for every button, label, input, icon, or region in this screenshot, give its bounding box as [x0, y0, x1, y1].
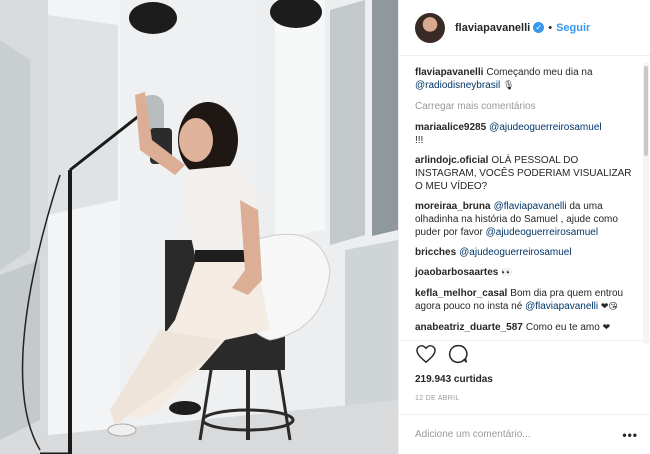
action-bar: [399, 340, 650, 367]
heart-icon[interactable]: [413, 343, 439, 365]
caption-text: Começando meu dia na: [486, 67, 593, 78]
post-photo[interactable]: [0, 0, 398, 454]
post-header: flaviapavanelli ✓ • Seguir: [399, 0, 650, 56]
load-more-comments-button[interactable]: Carregar mais comentários: [415, 100, 638, 113]
heart-emoji-icon: ❤: [602, 323, 611, 333]
follow-button[interactable]: Seguir: [556, 22, 590, 34]
eyes-emoji-icon: 👀: [501, 268, 513, 278]
comment-icon[interactable]: [445, 343, 471, 365]
likes-count[interactable]: 219.943 curtidas: [399, 374, 650, 385]
post-side-panel: flaviapavanelli ✓ • Seguir flaviapavanel…: [398, 0, 650, 454]
instagram-post: flaviapavanelli ✓ • Seguir flaviapavanel…: [0, 0, 650, 454]
avatar[interactable]: [415, 12, 445, 43]
post-date: 12 DE ABRIL: [415, 395, 460, 402]
header-username[interactable]: flaviapavanelli: [455, 22, 530, 34]
comment-mention[interactable]: @ajudeoguerreirosamuel: [486, 227, 598, 238]
heart-kiss-emoji-icon: ❤😘: [600, 302, 618, 312]
header-separator: •: [548, 21, 553, 34]
comment-item: bricches @ajudeoguerreirosamuel: [415, 246, 638, 259]
comment-username[interactable]: moreiraa_bruna: [415, 201, 491, 212]
caption-username[interactable]: flaviapavanelli: [415, 67, 483, 78]
comment-username[interactable]: kefla_melhor_casal: [415, 288, 507, 299]
comment-item: kefla_melhor_casal Bom dia pra quem entro…: [415, 287, 638, 314]
studio-photo-illustration: [0, 0, 398, 454]
microphone-emoji-icon: 🎙: [502, 81, 515, 91]
comment-text: !!!: [415, 135, 424, 146]
more-options-icon[interactable]: •••: [622, 428, 638, 442]
caption-mention[interactable]: @radiodisneybrasil: [415, 80, 500, 91]
comment-username[interactable]: arlindojc.oficial: [415, 155, 488, 166]
comment-username[interactable]: anabeatriz_duarte_587: [415, 322, 523, 333]
comments-list: flaviapavanelli Começando meu dia na @rad…: [399, 56, 650, 340]
comment-mention[interactable]: @flaviapavanelli: [525, 301, 598, 312]
caption: flaviapavanelli Começando meu dia na @rad…: [415, 66, 638, 93]
comment-username[interactable]: bricches: [415, 247, 456, 258]
comment-input[interactable]: [415, 429, 623, 440]
comment-username[interactable]: mariaalice9285: [415, 122, 486, 133]
comment-text: Como eu te amo: [525, 322, 600, 333]
comment-item: moreiraa_bruna @flaviapavanelli da uma ol…: [415, 200, 638, 239]
comment-item: arlindojc.oficial OLÁ PESSOAL DO INSTAGRA…: [415, 154, 638, 193]
add-comment-bar: •••: [399, 414, 650, 454]
comment-item: joaobarbosaartes 👀: [415, 266, 638, 280]
scrollbar-thumb[interactable]: [644, 66, 648, 156]
comment-username[interactable]: joaobarbosaartes: [415, 267, 498, 278]
comment-mention[interactable]: @ajudeoguerreirosamuel: [459, 247, 571, 258]
verified-badge-icon: ✓: [533, 22, 545, 33]
comment-item: mariaalice9285 @ajudeoguerreirosamuel !!!: [415, 121, 638, 147]
comment-item: anabeatriz_duarte_587 Como eu te amo ❤: [415, 321, 638, 335]
comment-mention[interactable]: @ajudeoguerreirosamuel: [489, 122, 601, 133]
comments-scrollbar[interactable]: [643, 62, 649, 344]
comment-mention[interactable]: @flaviapavanelli: [494, 201, 567, 212]
